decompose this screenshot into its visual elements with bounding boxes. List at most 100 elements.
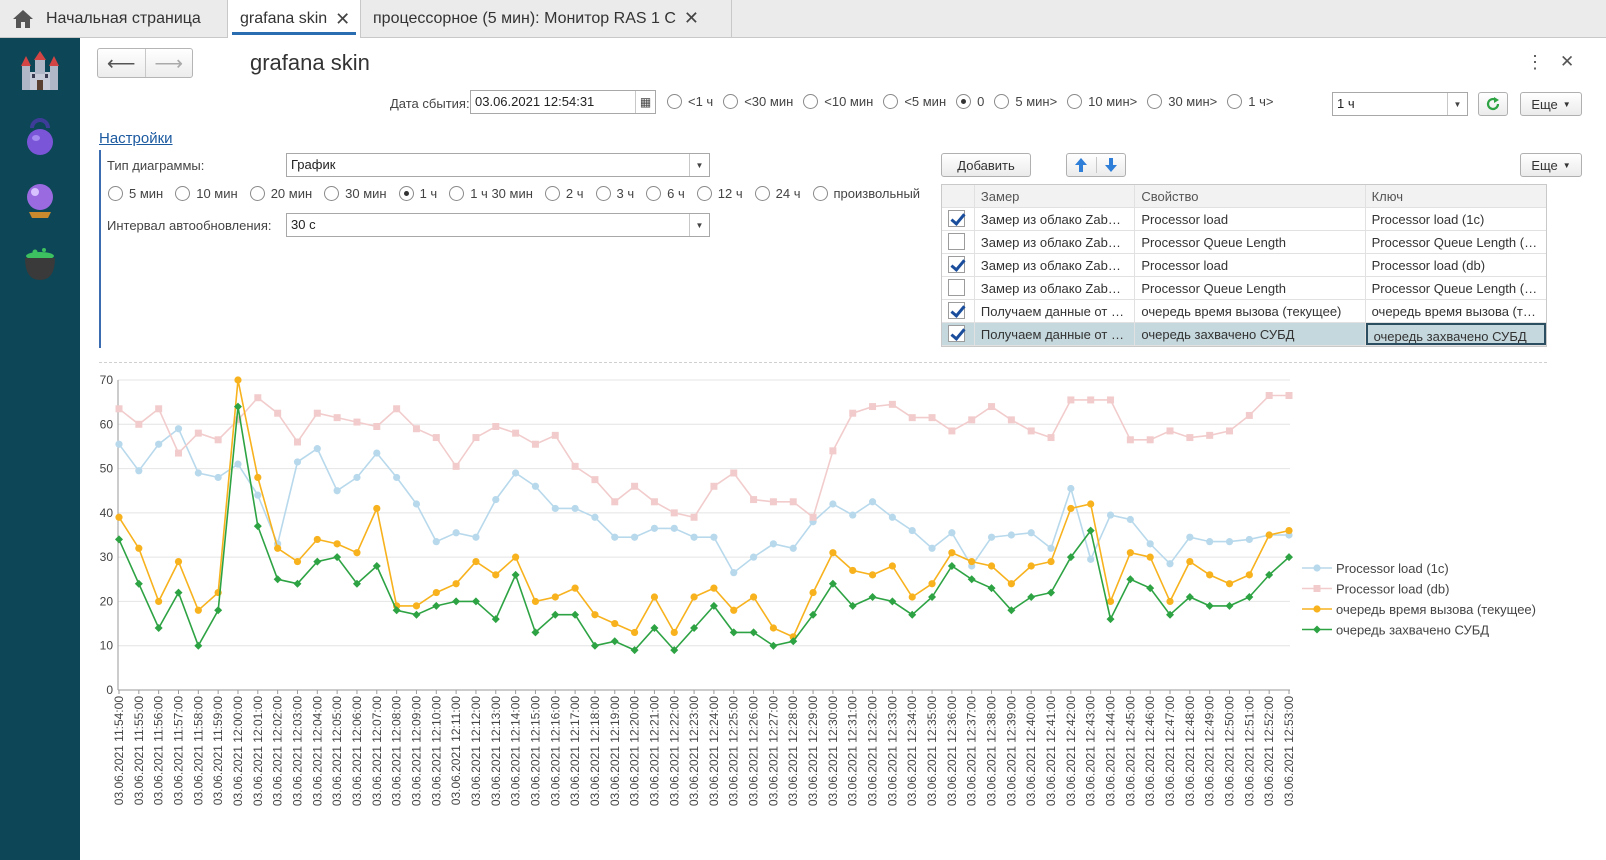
move-down-icon[interactable] (1095, 157, 1126, 173)
period-radio-group: 5 мин 10 мин 20 мин 30 мин 1 ч 1 ч 30 ми… (108, 186, 920, 201)
column-header[interactable]: Замер (975, 185, 1136, 207)
offset-radio-zero[interactable]: 0 (956, 94, 984, 109)
period-radio-6h[interactable]: 6 ч (646, 186, 685, 201)
data-point (1027, 427, 1035, 435)
castle-icon[interactable] (18, 50, 62, 94)
cell-key[interactable]: Processor load (1c) (1366, 208, 1546, 230)
period-radio-30m[interactable]: 30 мин (324, 186, 387, 201)
x-tick-label: 03.06.2021 12:43:00 (1084, 696, 1098, 806)
checkbox[interactable] (948, 256, 965, 273)
y-tick-label: 50 (100, 462, 114, 476)
refresh-interval-select[interactable]: 30 с ▼ (286, 213, 710, 237)
data-point (1226, 427, 1234, 435)
data-point (1186, 533, 1194, 541)
cell-key[interactable]: Processor Queue Length (1c) (1366, 231, 1546, 253)
add-button[interactable]: Добавить (941, 153, 1031, 177)
column-header[interactable]: Ключ (1366, 185, 1546, 207)
data-point (690, 533, 698, 541)
cell-key[interactable]: Processor Queue Length (db) (1366, 277, 1546, 299)
kettlebell-icon[interactable] (18, 114, 62, 158)
refresh-button[interactable] (1478, 92, 1508, 116)
data-point (432, 601, 441, 610)
table-row[interactable]: Получаем данные от … очередь захвачено СУ… (942, 323, 1546, 346)
back-arrow-icon[interactable]: ⟵ (98, 49, 145, 77)
chart-type-select[interactable]: График ▼ (286, 153, 710, 177)
cell-key[interactable]: Processor load (db) (1366, 254, 1546, 276)
more-vertical-icon[interactable]: ⋮ (1526, 52, 1544, 73)
checkbox[interactable] (948, 233, 965, 250)
period-radio-1h[interactable]: 1 ч (398, 186, 437, 201)
period-radio-2h[interactable]: 2 ч (544, 186, 584, 201)
settings-link[interactable]: Настройки (99, 130, 173, 147)
data-point (214, 606, 223, 615)
event-date-field[interactable]: 03.06.2021 12:54:31 ▦ (470, 90, 656, 114)
data-point (174, 425, 183, 433)
x-tick-label: 03.06.2021 12:05:00 (330, 696, 344, 806)
x-tick-label: 03.06.2021 11:56:00 (152, 696, 166, 806)
offset-radio-1h-fwd[interactable]: 1 ч> (1227, 94, 1273, 109)
x-tick-label: 03.06.2021 12:04:00 (310, 696, 324, 806)
period-radio-1h30m[interactable]: 1 ч 30 мин (449, 186, 533, 201)
data-point (1265, 392, 1273, 399)
checkbox[interactable] (948, 279, 965, 296)
table-more-button[interactable]: Еще ▼ (1520, 153, 1582, 177)
offset-radio-30m-fwd[interactable]: 30 мин> (1147, 94, 1217, 109)
period-radio-12h[interactable]: 12 ч (696, 186, 743, 201)
checkbox[interactable] (948, 325, 965, 342)
close-tab-icon[interactable]: ✕ (684, 8, 699, 29)
more-button[interactable]: Еще ▼ (1520, 92, 1582, 116)
period-radio-custom[interactable]: произвольный (812, 186, 920, 201)
period-radio-5m[interactable]: 5 мин (108, 186, 163, 201)
calendar-icon[interactable]: ▦ (635, 91, 655, 113)
tab-home[interactable]: Начальная страница (0, 0, 228, 37)
data-point (769, 498, 777, 506)
period-radio-3h[interactable]: 3 ч (595, 186, 634, 201)
checkbox[interactable] (948, 302, 965, 319)
data-point (373, 449, 381, 457)
move-up-icon[interactable] (1067, 157, 1096, 173)
x-tick-label: 03.06.2021 12:06:00 (350, 696, 364, 806)
offset-radio-5m-back[interactable]: <5 мин (883, 94, 946, 109)
cell-key[interactable]: очередь захвачено СУБД (1365, 323, 1546, 345)
checkbox[interactable] (948, 210, 965, 227)
crystal-ball-icon[interactable] (18, 178, 62, 222)
table-row[interactable]: Получаем данные от … очередь время вызова… (942, 300, 1546, 323)
x-tick-label: 03.06.2021 12:17:00 (568, 696, 582, 806)
offset-radio-10m-back[interactable]: <10 мин (803, 94, 873, 109)
forward-arrow-icon[interactable]: ⟶ (144, 49, 193, 77)
cell-property: Processor Queue Length (1135, 277, 1366, 299)
radio-label: 0 (977, 94, 985, 109)
data-point (174, 588, 183, 597)
radio-icon (1067, 94, 1083, 109)
tab-ras-monitor-label: процессорное (5 мин): Монитор RAS 1 C (373, 9, 676, 27)
x-tick-label: 03.06.2021 12:19:00 (608, 696, 622, 806)
period-radio-24h[interactable]: 24 ч (754, 186, 801, 201)
data-point (948, 549, 956, 557)
table-row[interactable]: Замер из облако Zab… Processor load Proces… (942, 208, 1546, 231)
refresh-interval-value: 30 с (291, 217, 316, 232)
cell-property: очередь захвачено СУБД (1135, 323, 1366, 345)
period-radio-20m[interactable]: 20 мин (249, 186, 312, 201)
x-tick-label: 03.06.2021 12:44:00 (1104, 696, 1118, 806)
step-select[interactable]: 1 ч ▼ (1332, 92, 1468, 116)
x-tick-label: 03.06.2021 12:27:00 (766, 696, 780, 806)
close-tab-icon[interactable]: ✕ (335, 9, 350, 30)
data-point (730, 469, 738, 477)
data-point (611, 619, 619, 628)
offset-radio-5m-fwd[interactable]: 5 мин> (994, 94, 1057, 109)
arrow-up-icon (1075, 158, 1088, 172)
table-row[interactable]: Замер из облако Zab… Processor Queue Leng… (942, 277, 1546, 300)
close-icon[interactable]: ✕ (1560, 52, 1574, 72)
column-header[interactable]: Свойство (1135, 185, 1366, 207)
period-radio-10m[interactable]: 10 мин (175, 186, 238, 201)
table-row[interactable]: Замер из облако Zab… Processor load Proces… (942, 254, 1546, 277)
offset-radio-1h-back[interactable]: <1 ч (667, 94, 713, 109)
x-tick-label: 03.06.2021 12:48:00 (1183, 696, 1197, 806)
table-row[interactable]: Замер из облако Zab… Processor Queue Leng… (942, 231, 1546, 254)
offset-radio-10m-fwd[interactable]: 10 мин> (1067, 94, 1137, 109)
cell-key[interactable]: очередь время вызова (т… (1366, 300, 1546, 322)
cauldron-icon[interactable] (18, 242, 62, 286)
offset-radio-30m-back[interactable]: <30 мин (723, 94, 793, 109)
tab-grafana-skin[interactable]: grafana skin ✕ (228, 0, 361, 38)
tab-ras-monitor[interactable]: процессорное (5 мин): Монитор RAS 1 C ✕ (361, 0, 732, 37)
